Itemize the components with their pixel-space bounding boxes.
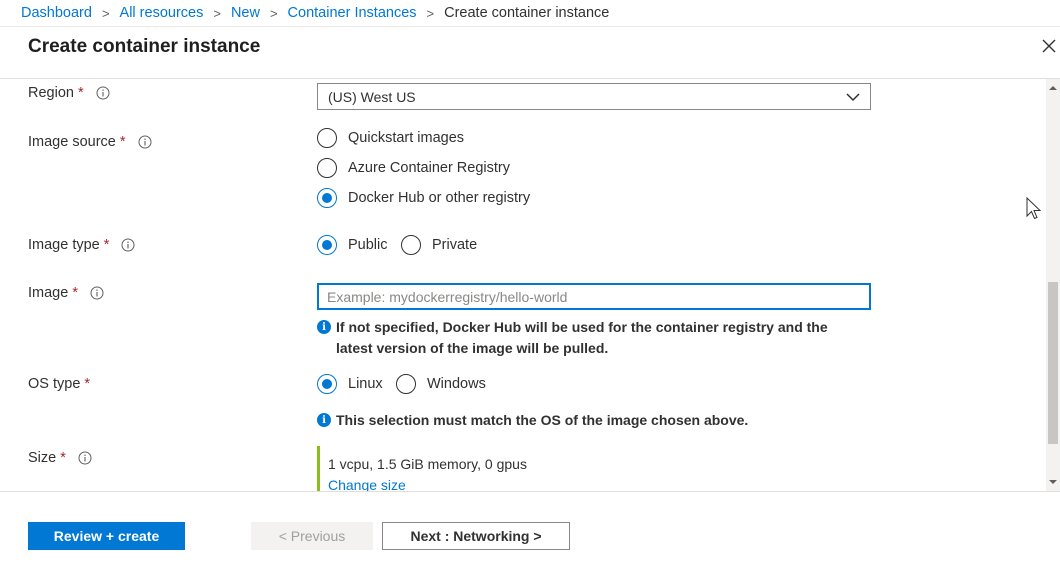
radio-circle[interactable] [317,128,337,148]
size-label: Size * [28,450,92,466]
required-asterisk: * [119,134,126,150]
os-type-label: OS type * [28,376,90,392]
breadcrumb-separator: > [101,5,110,21]
image-source-label: Image source * [28,134,152,150]
radio-quickstart-images[interactable]: Quickstart images [317,128,464,148]
scroll-up-icon[interactable] [1046,81,1060,95]
info-icon[interactable] [121,238,135,252]
info-icon[interactable] [78,451,92,465]
required-asterisk: * [77,85,84,101]
change-size-link[interactable]: Change size [328,477,527,491]
image-label-text: Image [28,285,69,301]
os-type-label-text: OS type [28,376,81,392]
vertical-scrollbar[interactable] [1046,79,1060,491]
required-asterisk: * [60,450,66,466]
breadcrumb-new[interactable]: New [231,5,260,21]
close-icon[interactable] [1039,36,1059,56]
size-summary: 1 vcpu, 1.5 GiB memory, 0 gpus Change si… [317,446,527,491]
image-info-message: i If not specified, Docker Hub will be u… [317,317,828,359]
radio-linux[interactable]: Linux [317,374,383,394]
os-type-info-text: This selection must match the OS of the … [336,412,749,428]
info-icon[interactable] [90,286,104,300]
info-icon[interactable] [138,135,152,149]
radio-circle[interactable] [317,158,337,178]
image-type-label-text: Image type [28,237,100,253]
radio-public[interactable]: Public [317,235,388,255]
required-asterisk: * [72,285,78,301]
next-networking-button[interactable]: Next : Networking > [382,522,570,550]
info-icon[interactable] [96,86,110,100]
breadcrumb-all-resources[interactable]: All resources [120,5,204,21]
close-button[interactable] [1039,36,1059,56]
radio-label: Private [432,237,478,253]
radio-label: Windows [427,376,486,392]
region-label: Region * [28,85,110,101]
breadcrumb-dashboard[interactable]: Dashboard [21,5,92,21]
info-filled-icon: i [317,320,331,334]
footer-divider [0,491,1060,492]
radio-label: Azure Container Registry [348,160,510,176]
image-input[interactable] [317,283,871,310]
review-create-button[interactable]: Review + create [28,522,185,550]
required-asterisk: * [103,237,110,253]
image-source-label-text: Image source [28,134,116,150]
radio-label: Linux [348,376,383,392]
scroll-down-icon[interactable] [1046,475,1060,489]
breadcrumb-separator: > [426,5,435,21]
image-type-label: Image type * [28,237,135,253]
size-value: 1 vcpu, 1.5 GiB memory, 0 gpus [328,456,527,472]
image-info-line-2: latest version of the image will be pull… [336,340,609,356]
breadcrumb-container-instances[interactable]: Container Instances [288,5,417,21]
info-filled-icon: i [317,413,331,427]
radio-windows[interactable]: Windows [396,374,486,394]
breadcrumb-separator: > [213,5,221,21]
size-label-text: Size [28,450,57,466]
radio-circle-selected[interactable] [317,188,337,208]
radio-private[interactable]: Private [401,235,477,255]
radio-docker-hub[interactable]: Docker Hub or other registry [317,188,530,208]
chevron-down-icon [846,93,860,102]
region-dropdown[interactable]: (US) West US [317,83,871,110]
required-asterisk: * [84,376,91,392]
image-info-line-1: If not specified, Docker Hub will be use… [336,319,828,335]
breadcrumb: Dashboard > All resources > New > Contai… [0,0,1060,27]
radio-circle[interactable] [401,235,421,255]
image-label: Image * [28,285,104,301]
region-dropdown-value: (US) West US [328,88,416,105]
radio-circle[interactable] [396,374,416,394]
radio-azure-container-registry[interactable]: Azure Container Registry [317,158,510,178]
radio-label: Public [348,237,388,253]
radio-label: Quickstart images [348,130,465,146]
radio-label: Docker Hub or other registry [348,190,531,206]
os-type-info-message: i This selection must match the OS of th… [317,410,748,431]
breadcrumb-current: Create container instance [444,5,610,21]
scrollbar-thumb[interactable] [1048,282,1058,444]
radio-circle-selected[interactable] [317,374,337,394]
previous-button: < Previous [251,522,373,550]
page-title: Create container instance [28,36,261,57]
radio-circle-selected[interactable] [317,235,337,255]
breadcrumb-separator: > [269,5,278,21]
region-label-text: Region [28,85,74,101]
mouse-cursor-icon [1026,197,1042,220]
form-scroll-area: Region * (US) West US Image source * Qui… [0,79,1046,491]
